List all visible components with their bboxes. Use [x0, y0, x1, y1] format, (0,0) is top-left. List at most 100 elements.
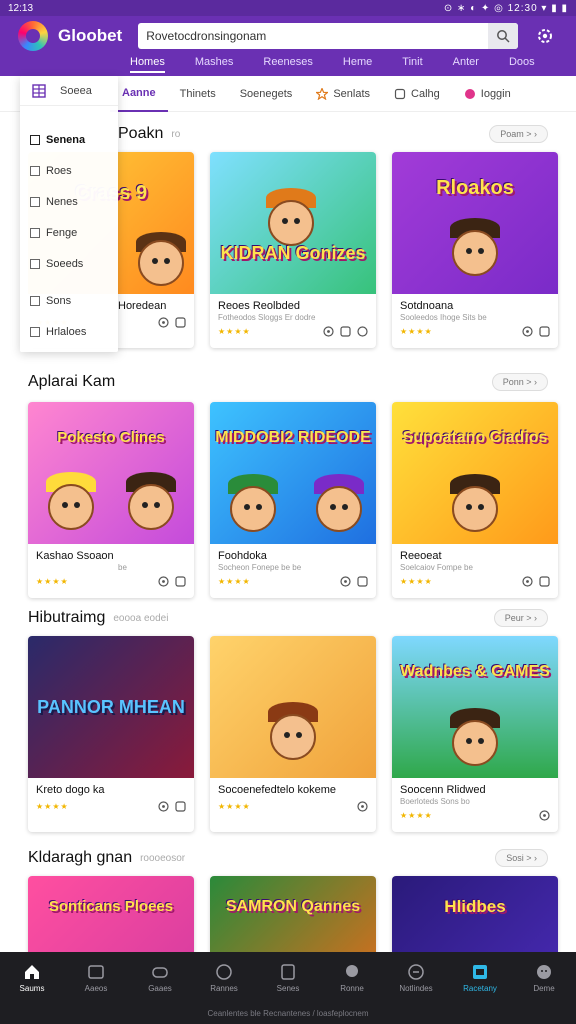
download-icon[interactable]: [357, 801, 368, 812]
top-tabs: Homes Mashes Reeneses Heme Tinit Anter D…: [0, 56, 576, 76]
game-card[interactable]: Sonticans Ploees: [28, 876, 194, 952]
sub-tab[interactable]: Aanne: [110, 76, 168, 112]
rating-stars: ★★★★: [218, 802, 251, 811]
share-icon[interactable]: [175, 576, 186, 587]
rating-stars: ★★★★: [36, 802, 69, 811]
filter-option[interactable]: Nenes: [20, 186, 118, 217]
share-icon[interactable]: [539, 576, 550, 587]
download-icon[interactable]: [323, 326, 334, 337]
top-tab[interactable]: Heme: [343, 56, 372, 71]
nav-item[interactable]: Rannes: [192, 952, 256, 1004]
checkbox[interactable]: [30, 134, 40, 145]
checkbox[interactable]: [30, 196, 40, 207]
see-all-button[interactable]: Ponn > ›: [491, 373, 548, 391]
sub-tab[interactable]: Ioggin: [452, 76, 523, 112]
sub-tab[interactable]: Soenegets: [228, 76, 305, 112]
share-icon[interactable]: [539, 326, 550, 337]
filter-option[interactable]: Fenge: [20, 217, 118, 248]
nav-item[interactable]: Gaaes: [128, 952, 192, 1004]
see-all-button[interactable]: Poam > ›: [489, 125, 548, 143]
top-tab[interactable]: Doos: [509, 56, 535, 71]
more-icon[interactable]: [357, 326, 368, 337]
game-card[interactable]: Wadnbes & GAMES Soocenn Rlidwed Boerlote…: [392, 636, 558, 832]
game-card[interactable]: MIDDOBI2 RIDEODE Foohdoka Socheon Fonepe…: [210, 402, 376, 598]
sub-tab-label: Senlats: [333, 87, 371, 100]
game-card[interactable]: SAMRON Qannes: [210, 876, 376, 952]
sub-tab[interactable]: Calhg: [382, 76, 452, 112]
download-icon[interactable]: [522, 326, 533, 337]
app-logo[interactable]: [18, 21, 48, 51]
see-all-button[interactable]: Peur > ›: [493, 609, 548, 627]
game-card[interactable]: KIDRAN Gonizes Reoes Reolbded Fotheodos …: [210, 152, 376, 348]
star-icon: [316, 87, 329, 100]
game-card[interactable]: PANNOR MHEAN Kreto dogo ka ★★★★: [28, 636, 194, 832]
card-footer: ★★★★: [392, 322, 558, 337]
character-face: [230, 486, 276, 532]
checkbox[interactable]: [30, 258, 40, 269]
top-tab[interactable]: Anter: [453, 56, 479, 71]
top-tab[interactable]: Reeneses: [263, 56, 313, 71]
filter-option[interactable]: Soeeds: [20, 248, 118, 279]
thumbnail-title: Wadnbes & GAMES: [400, 662, 550, 680]
game-card[interactable]: Supoatano Ciadios Reeoeat Soelcaiov Fomp…: [392, 402, 558, 598]
top-tab[interactable]: Homes: [130, 56, 165, 73]
share-icon[interactable]: [175, 317, 186, 328]
checkbox[interactable]: [30, 326, 40, 337]
nav-item[interactable]: Notlindes: [384, 952, 448, 1004]
game-subtitle: Socheon Fonepe be be: [218, 563, 302, 572]
game-thumbnail: Sonticans Ploees: [28, 876, 194, 952]
download-icon[interactable]: [158, 801, 169, 812]
filter-option[interactable]: Senena: [20, 124, 118, 155]
top-tab[interactable]: Mashes: [195, 56, 234, 71]
see-all-button[interactable]: Sosi > ›: [495, 849, 548, 867]
share-icon[interactable]: [175, 801, 186, 812]
top-tab[interactable]: Tinit: [402, 56, 422, 71]
settings-button[interactable]: [532, 23, 558, 49]
nav-item[interactable]: Senes: [256, 952, 320, 1004]
nav-label: Senes: [276, 984, 300, 993]
sub-tab[interactable]: Thinets: [168, 76, 228, 112]
game-thumbnail: Rloakos: [392, 152, 558, 294]
search-input[interactable]: [138, 29, 489, 43]
thumbnail-title: Sonticans Ploees: [48, 898, 174, 916]
character-face: [268, 200, 314, 246]
filter-option[interactable]: Sons: [20, 285, 118, 316]
checkbox[interactable]: [30, 165, 40, 176]
card-footer: ★★★★: [392, 572, 558, 587]
download-icon[interactable]: [539, 810, 550, 821]
nav-item[interactable]: Ronne: [320, 952, 384, 1004]
rating-stars: ★★★★: [400, 327, 433, 336]
character-face: [316, 486, 362, 532]
download-icon[interactable]: [158, 576, 169, 587]
game-card[interactable]: Hlidbes: [392, 876, 558, 952]
game-card[interactable]: Rloakos Sotdnoana Sooleedos Ihoge Sits b…: [392, 152, 558, 348]
game-card[interactable]: Pokesto Clines Kashao Ssoaon be ★★★★: [28, 402, 194, 598]
download-icon[interactable]: [522, 576, 533, 587]
checkbox[interactable]: [30, 227, 40, 238]
game-title: Soocenn Rlidwed: [400, 784, 486, 796]
nav-item-home[interactable]: Saums: [0, 952, 64, 1004]
game-thumbnail: [210, 636, 376, 778]
filter-option[interactable]: Hrlaloes: [20, 316, 118, 347]
checkbox[interactable]: [30, 295, 40, 306]
search-button[interactable]: [488, 23, 519, 49]
download-icon[interactable]: [158, 317, 169, 328]
share-icon[interactable]: [340, 326, 351, 337]
download-icon[interactable]: [340, 576, 351, 587]
section-header: Hibutraimg eoooa eodei Peur > ›: [28, 606, 548, 630]
filter-option[interactable]: Roes: [20, 155, 118, 186]
nav-item[interactable]: Aaeos: [64, 952, 128, 1004]
game-thumbnail: PANNOR MHEAN: [28, 636, 194, 778]
filter-dropdown: Soeea Senena Roes Nenes Fenge Soeeds Son…: [20, 76, 118, 352]
sub-tab[interactable]: Senlats: [304, 76, 382, 112]
nav-item[interactable]: Deme: [512, 952, 576, 1004]
share-icon[interactable]: [357, 576, 368, 587]
character-face: [48, 484, 94, 530]
character-face: [452, 230, 498, 276]
game-card[interactable]: Socoenefedtelo kokeme ★★★★: [210, 636, 376, 832]
nav-item[interactable]: Racetany: [448, 952, 512, 1004]
nav-label: Gaaes: [148, 984, 172, 993]
filter-option-label: Hrlaloes: [46, 325, 87, 338]
dropdown-header[interactable]: Soeea: [20, 76, 118, 106]
app-name: Gloobet: [58, 26, 123, 45]
